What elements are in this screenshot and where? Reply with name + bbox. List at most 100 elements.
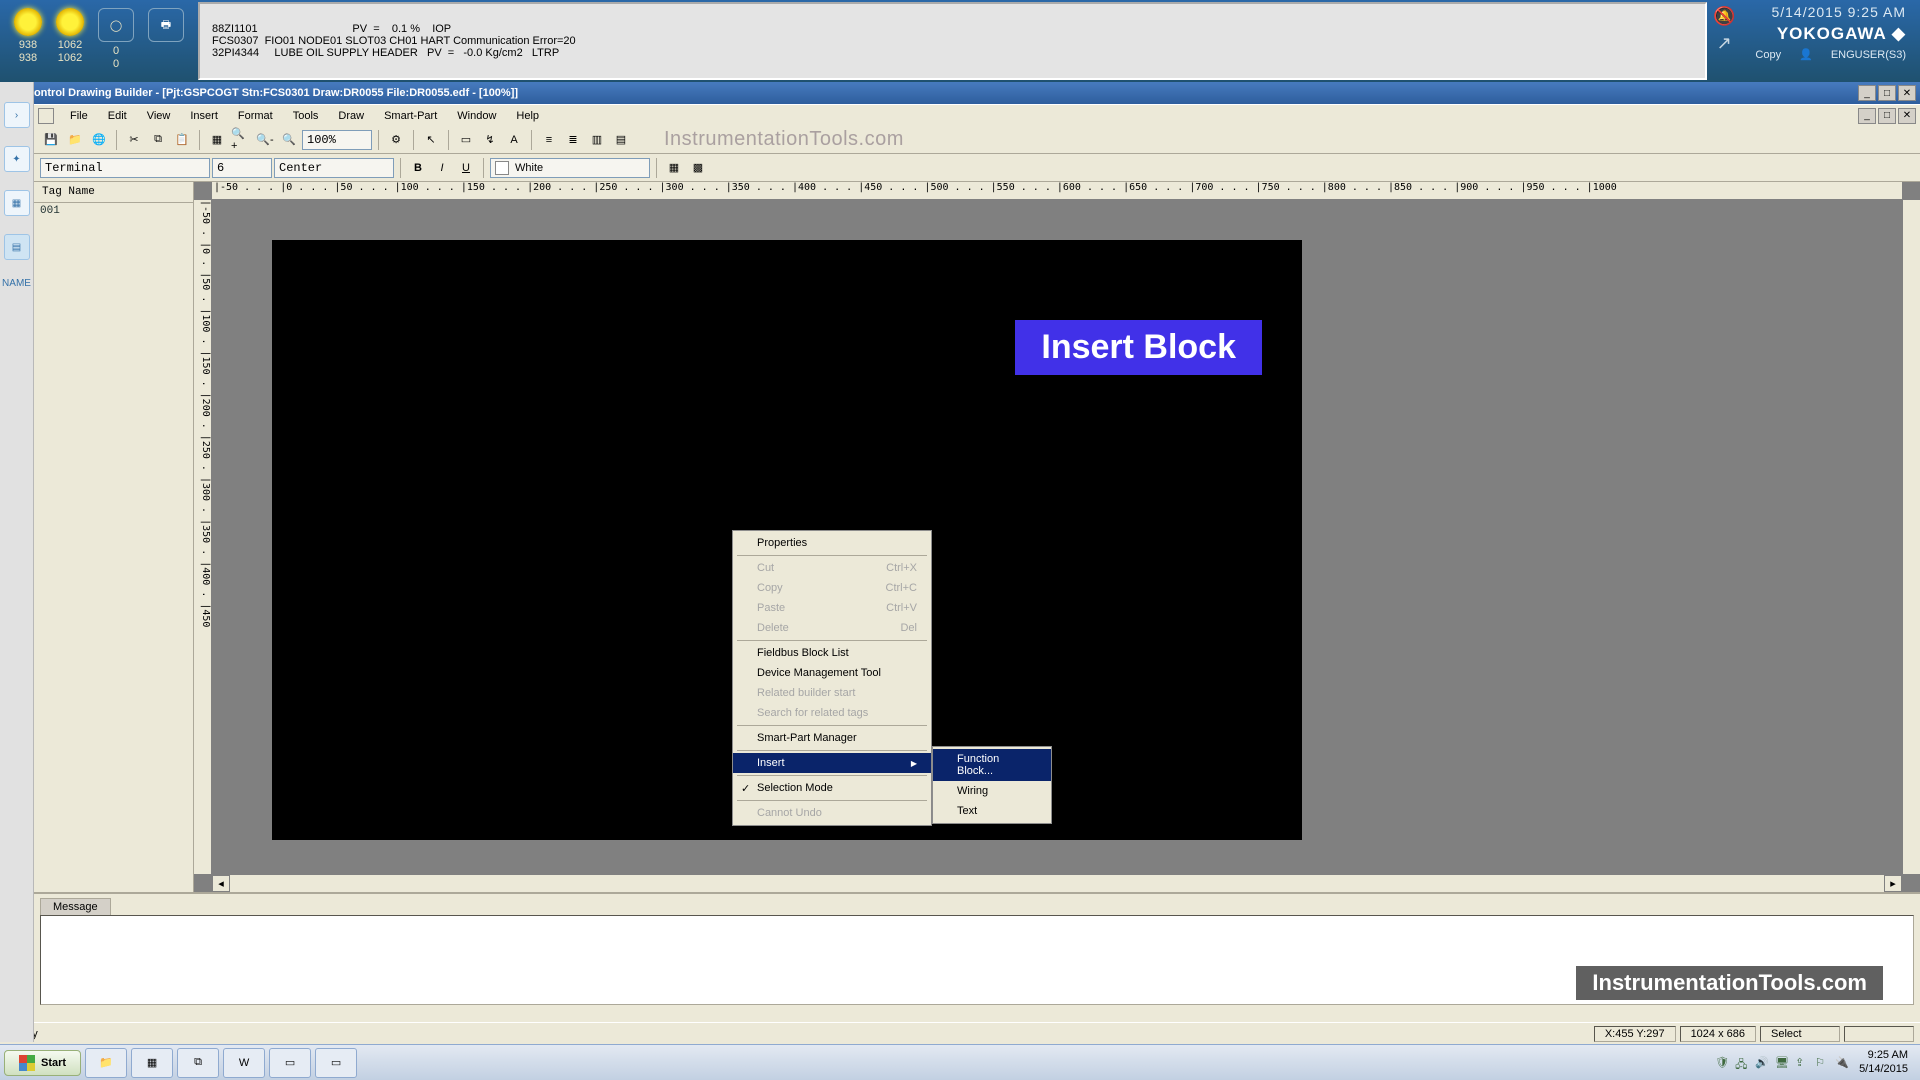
italic-icon[interactable]: I <box>431 157 453 179</box>
tray-vol-icon[interactable]: 🔊 <box>1755 1056 1769 1070</box>
weather-tile-3[interactable]: ◯ 00 <box>98 8 134 70</box>
zoomfit-icon[interactable]: 🔍 <box>278 129 300 151</box>
lock1-icon[interactable]: ▦ <box>663 157 685 179</box>
context-menu[interactable]: PropertiesCutCtrl+XCopyCtrl+CPasteCtrl+V… <box>732 530 932 826</box>
menu-view[interactable]: View <box>139 108 179 124</box>
menu-help[interactable]: Help <box>508 108 547 124</box>
paste-icon[interactable]: 📋 <box>171 129 193 151</box>
ctx-delete: DeleteDel <box>733 618 931 638</box>
taskbar-app-2[interactable]: ▦ <box>131 1048 173 1078</box>
tag-row[interactable]: 001 <box>34 203 193 219</box>
tray-net-icon[interactable]: 🖧 <box>1735 1056 1749 1070</box>
doc-minimize-button[interactable]: _ <box>1858 108 1876 124</box>
printer-icon[interactable]: 🖶 <box>148 8 184 42</box>
pointer-icon[interactable]: ↖ <box>420 129 442 151</box>
copy-icon[interactable]: ⧉ <box>147 129 169 151</box>
rib-grid-icon[interactable]: ▦ <box>4 190 30 216</box>
align4-icon[interactable]: ▤ <box>610 129 632 151</box>
align2-icon[interactable]: ≣ <box>562 129 584 151</box>
scrollbar-horizontal[interactable]: ◂▸ <box>212 874 1902 892</box>
dcs-banner: 938938 10621062 ◯ 00 🖶 88ZI1101 PV = 0.1… <box>0 0 1920 82</box>
ctx-wiring[interactable]: Wiring <box>933 781 1051 801</box>
canvas[interactable]: Insert Block PropertiesCutCtrl+XCopyCtrl… <box>212 200 1902 874</box>
dcs-quick-icons: 🔕 ↗ <box>1707 0 1741 82</box>
props-icon[interactable]: ⚙ <box>385 129 407 151</box>
text-icon[interactable]: A <box>503 129 525 151</box>
zoom-select[interactable]: 100% <box>302 130 372 150</box>
bold-icon[interactable]: B <box>407 157 429 179</box>
ctx-text[interactable]: Text <box>933 801 1051 821</box>
zoomin-icon[interactable]: 🔍+ <box>230 129 252 151</box>
size-select[interactable]: 6 <box>212 158 272 178</box>
rib-tool-icon[interactable]: ✦ <box>4 146 30 172</box>
message-tab[interactable]: Message <box>40 898 111 915</box>
zoomout-icon[interactable]: 🔍- <box>254 129 276 151</box>
wire-icon[interactable]: ↯ <box>479 129 501 151</box>
align-select[interactable]: Center <box>274 158 394 178</box>
cut-icon[interactable]: ✂ <box>123 129 145 151</box>
ctx-selection-mode[interactable]: Selection Mode <box>733 778 931 798</box>
start-button[interactable]: Start <box>4 1050 81 1076</box>
menu-format[interactable]: Format <box>230 108 281 124</box>
grid-icon[interactable]: ▦ <box>206 129 228 151</box>
scrollbar-vertical[interactable] <box>1902 200 1920 874</box>
color-select[interactable]: White <box>490 158 650 178</box>
font-select[interactable]: Terminal <box>40 158 210 178</box>
ctx-insert[interactable]: Insert <box>733 753 931 773</box>
workspace: Tag Name 001 |-50 . . . |0 . . . |50 . .… <box>34 182 1920 892</box>
ctx-properties[interactable]: Properties <box>733 533 931 553</box>
context-submenu-insert[interactable]: Function Block...WiringText <box>932 746 1052 824</box>
tray-icons[interactable]: 🛡 🖧 🔊 🖥 ⇪ ⚐ 🔌 <box>1715 1056 1849 1070</box>
ctx-fieldbus-block-list[interactable]: Fieldbus Block List <box>733 643 931 663</box>
copy-button[interactable]: Copy <box>1755 49 1781 61</box>
share-icon[interactable]: ↗ <box>1717 33 1732 54</box>
ruler-horizontal: |-50 . . . |0 . . . |50 . . . |100 . . .… <box>212 182 1902 200</box>
taskbar-app-1[interactable]: 📁 <box>85 1048 127 1078</box>
mute-icon[interactable]: 🔕 <box>1713 6 1735 27</box>
menu-draw[interactable]: Draw <box>330 108 372 124</box>
taskbar-app-5[interactable]: ▭ <box>269 1048 311 1078</box>
align3-icon[interactable]: ▥ <box>586 129 608 151</box>
weather-tile-1[interactable]: 938938 <box>14 8 42 64</box>
user-name[interactable]: ENGUSER(S3) <box>1831 49 1906 61</box>
save-icon[interactable]: 💾 <box>40 129 62 151</box>
status-bar: Ready X:455 Y:297 1024 x 686 Select <box>0 1022 1920 1044</box>
tag-header: Tag Name <box>34 182 193 203</box>
ctx-copy: CopyCtrl+C <box>733 578 931 598</box>
menu-insert[interactable]: Insert <box>182 108 226 124</box>
minimize-button[interactable]: _ <box>1858 85 1876 101</box>
menu-window[interactable]: Window <box>449 108 504 124</box>
ctx-function-block-[interactable]: Function Block... <box>933 749 1051 781</box>
taskbar-app-3[interactable]: ⧉ <box>177 1048 219 1078</box>
weather-tile-2[interactable]: 10621062 <box>56 8 84 64</box>
taskbar-app-6[interactable]: ▭ <box>315 1048 357 1078</box>
web-icon[interactable]: 🌐 <box>88 129 110 151</box>
menu-edit[interactable]: Edit <box>100 108 135 124</box>
gauge-icon: ◯ <box>98 8 134 42</box>
menu-file[interactable]: File <box>62 108 96 124</box>
doc-close-button[interactable]: ✕ <box>1898 108 1916 124</box>
menu-tools[interactable]: Tools <box>285 108 327 124</box>
open-icon[interactable]: 📁 <box>64 129 86 151</box>
underline-icon[interactable]: U <box>455 157 477 179</box>
rib-table-icon[interactable]: ▤ <box>4 234 30 260</box>
tray-shield-icon[interactable]: 🛡 <box>1715 1056 1729 1070</box>
taskbar-app-4[interactable]: W <box>223 1048 265 1078</box>
tray-flag-icon[interactable]: ⚐ <box>1815 1056 1829 1070</box>
tray-power-icon[interactable]: 🔌 <box>1835 1056 1849 1070</box>
tray-monitor-icon[interactable]: 🖥 <box>1775 1056 1789 1070</box>
ctx-device-management-tool[interactable]: Device Management Tool <box>733 663 931 683</box>
close-button[interactable]: ✕ <box>1898 85 1916 101</box>
lock2-icon[interactable]: ▩ <box>687 157 709 179</box>
block-icon[interactable]: ▭ <box>455 129 477 151</box>
tray-clock[interactable]: 9:25 AM 5/14/2015 <box>1859 1049 1908 1075</box>
tray-usb-icon[interactable]: ⇪ <box>1795 1056 1809 1070</box>
ctx-smart-part-manager[interactable]: Smart-Part Manager <box>733 728 931 748</box>
menu-smartpart[interactable]: Smart-Part <box>376 108 445 124</box>
doc-maximize-button[interactable]: □ <box>1878 108 1896 124</box>
align1-icon[interactable]: ≡ <box>538 129 560 151</box>
maximize-button[interactable]: □ <box>1878 85 1896 101</box>
dcs-left: 938938 10621062 ◯ 00 🖶 <box>0 0 198 82</box>
drawing-sheet[interactable]: Insert Block PropertiesCutCtrl+XCopyCtrl… <box>272 240 1302 840</box>
rib-arrow-icon[interactable]: › <box>4 102 30 128</box>
